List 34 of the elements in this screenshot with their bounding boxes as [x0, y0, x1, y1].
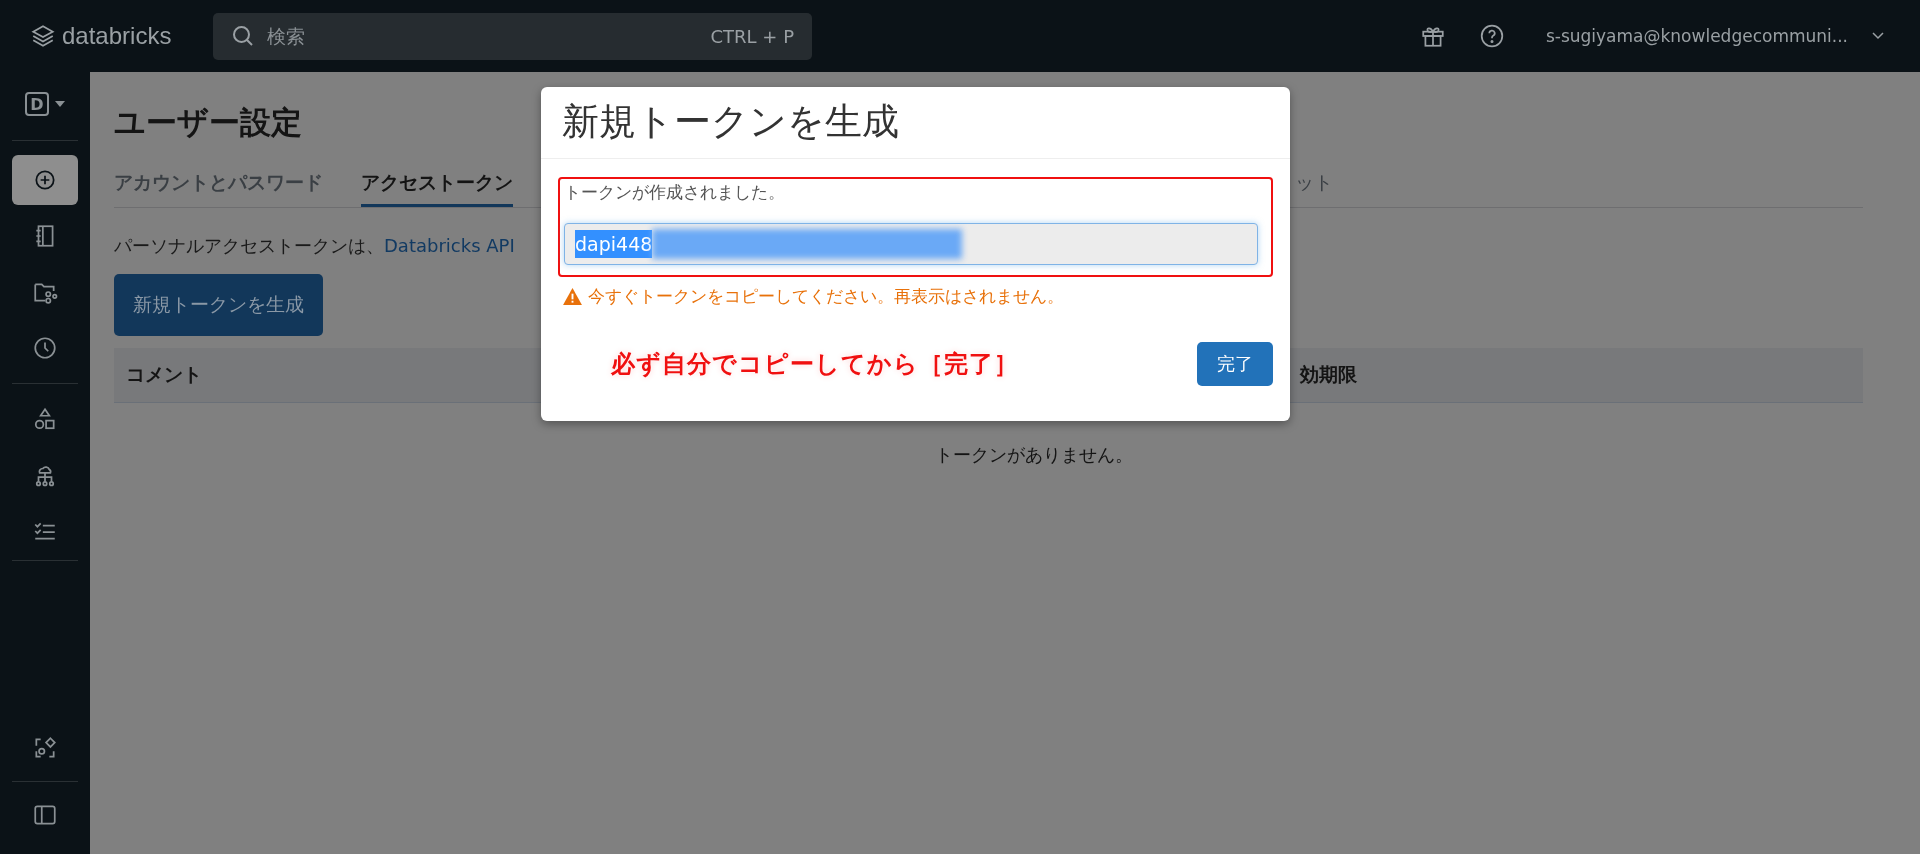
sidebar-panel-icon [32, 802, 58, 828]
column-header: コメント [126, 362, 202, 387]
shapes-icon [32, 406, 58, 432]
search-input[interactable]: 検索 [265, 24, 711, 48]
workspace-badge[interactable]: D [25, 92, 49, 116]
token-field[interactable]: dapi448 [564, 223, 1258, 265]
chevron-down-icon[interactable] [1872, 32, 1884, 40]
user-menu[interactable]: s-sugiyama@knowledgecommuni... [1545, 26, 1848, 46]
success-message: トークンが作成されました。 [564, 181, 786, 204]
clock-icon [32, 335, 58, 361]
column-header: 効期限 [1300, 362, 1357, 387]
nav-item[interactable] [12, 155, 78, 205]
token-value: dapi448 [575, 230, 653, 258]
done-button[interactable]: 完了 [1197, 342, 1273, 386]
dialog-title: 新規トークンを生成 [541, 87, 1290, 159]
help-icon[interactable] [1478, 23, 1505, 49]
logo-icon [30, 23, 56, 49]
tab[interactable]: アカウントとパスワード [114, 170, 323, 207]
shapes-diamond-icon [32, 735, 58, 761]
logo-text[interactable]: databricks [62, 22, 172, 50]
tab[interactable]: ット [1295, 170, 1333, 207]
empty-message: トークンがありません。 [933, 443, 1134, 467]
page-title: ユーザー設定 [114, 103, 302, 142]
generate-token-button[interactable]: 新規トークンを生成 [114, 274, 323, 336]
search-field[interactable]: 検索 CTRL + P [213, 12, 812, 60]
shortcut-hint: CTRL + P [710, 25, 794, 47]
api-link[interactable]: Databricks API [384, 235, 515, 256]
search-icon [231, 24, 255, 48]
warning-icon [563, 288, 582, 305]
description-text: パーソナルアクセストークンは、 [114, 235, 384, 256]
caret-icon[interactable] [55, 101, 65, 107]
annotation-text: 必ず自分でコピーしてから［完了］ [611, 349, 1019, 380]
tab[interactable]: アクセストークン [361, 170, 513, 207]
warning-text: 今すぐトークンをコピーしてください。再表示はされません。 [588, 285, 1064, 308]
